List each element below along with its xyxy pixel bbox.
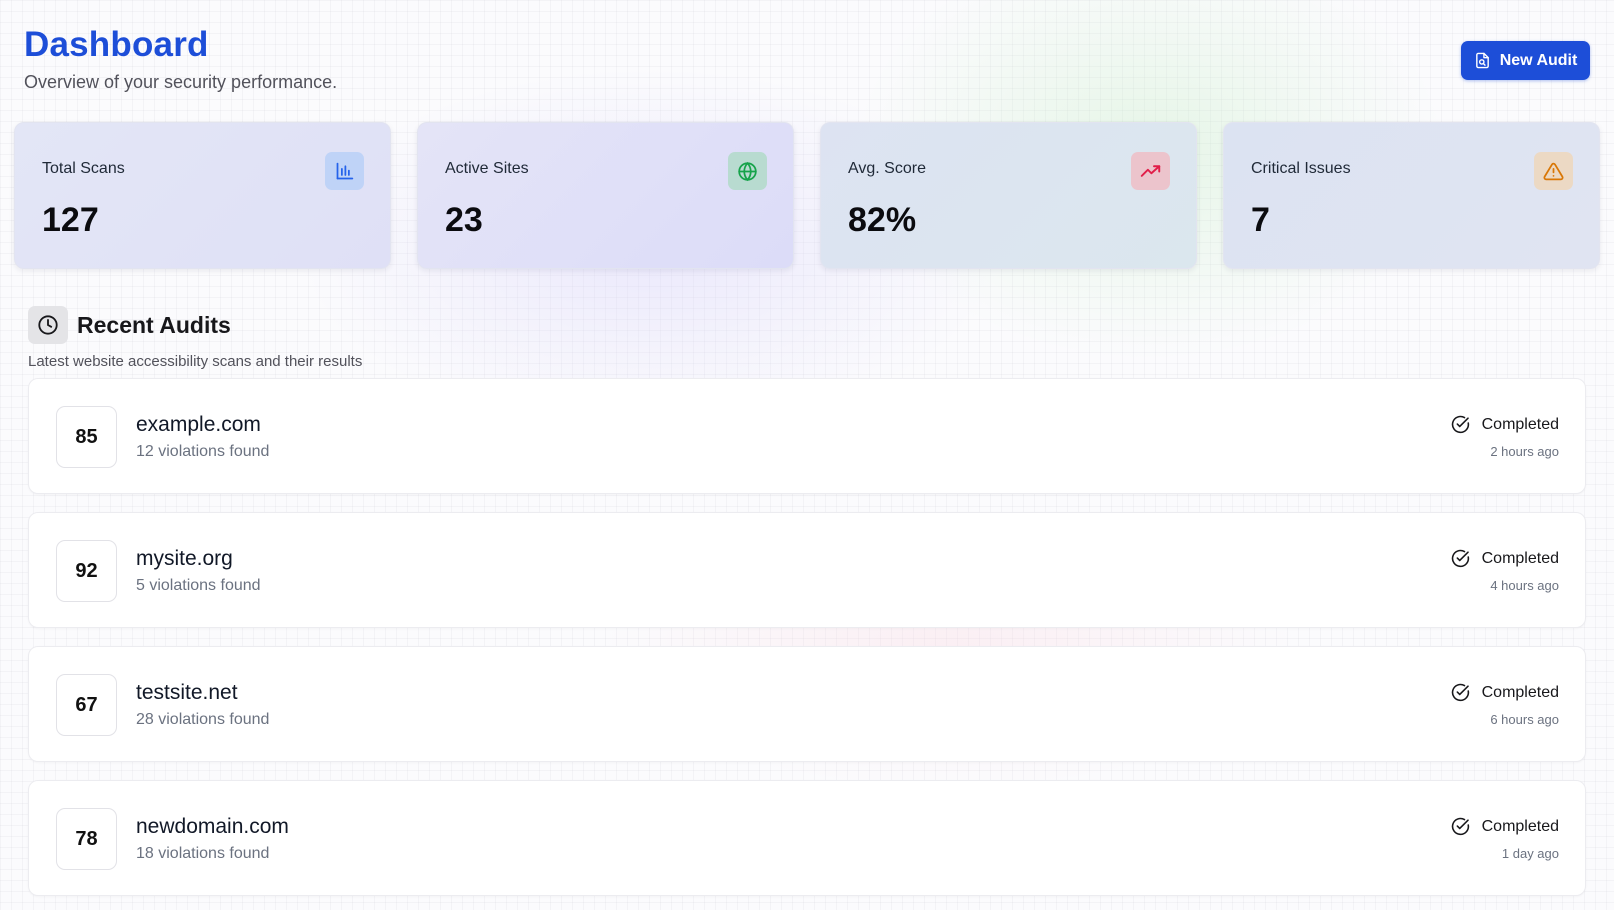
page-title: Dashboard xyxy=(24,25,209,64)
audit-status-label: Completed xyxy=(1481,683,1559,701)
stat-value: 23 xyxy=(445,201,483,239)
audit-row[interactable]: 92 mysite.org 5 violations found Complet… xyxy=(28,512,1586,628)
audit-violations: 5 violations found xyxy=(136,577,261,594)
audit-violations: 18 violations found xyxy=(136,845,270,862)
recent-audits-header: Recent Audits xyxy=(28,306,231,344)
stat-label: Active Sites xyxy=(445,160,529,177)
stat-card-total-scans: Total Scans 127 xyxy=(14,122,391,269)
audit-time: 1 day ago xyxy=(1501,846,1559,861)
audit-status: Completed xyxy=(1451,683,1559,702)
check-circle-icon xyxy=(1451,817,1469,836)
stat-label: Total Scans xyxy=(42,160,125,177)
audit-violations: 28 violations found xyxy=(136,711,270,728)
check-circle-icon xyxy=(1451,683,1469,702)
stat-label: Critical Issues xyxy=(1251,160,1351,177)
warning-triangle-icon xyxy=(1534,152,1573,190)
audit-score: 85 xyxy=(56,406,117,468)
stat-label: Avg. Score xyxy=(848,160,926,177)
stat-card-active-sites: Active Sites 23 xyxy=(417,122,794,269)
stat-card-avg-score: Avg. Score 82% xyxy=(820,122,1197,269)
audit-time: 2 hours ago xyxy=(1490,444,1559,459)
audit-row[interactable]: 85 example.com 12 violations found Compl… xyxy=(28,378,1586,494)
audit-row[interactable]: 67 testsite.net 28 violations found Comp… xyxy=(28,646,1586,762)
page-header: Dashboard Overview of your security perf… xyxy=(24,24,337,93)
audit-domain: example.com xyxy=(136,413,261,436)
audit-score: 78 xyxy=(56,808,117,870)
audit-score: 92 xyxy=(56,540,117,602)
section-description: Latest website accessibility scans and t… xyxy=(28,353,363,370)
clock-icon xyxy=(28,306,68,344)
audit-domain: newdomain.com xyxy=(136,815,289,838)
audit-status-label: Completed xyxy=(1481,817,1559,835)
stat-value: 127 xyxy=(42,201,99,239)
file-search-icon xyxy=(1475,52,1489,69)
audit-time: 4 hours ago xyxy=(1490,578,1559,593)
stat-value: 82% xyxy=(848,201,917,239)
stat-card-critical-issues: Critical Issues 7 xyxy=(1223,122,1600,269)
audit-time: 6 hours ago xyxy=(1490,712,1559,727)
stat-value: 7 xyxy=(1251,201,1270,239)
audit-row[interactable]: 78 newdomain.com 18 violations found Com… xyxy=(28,780,1586,896)
check-circle-icon xyxy=(1451,415,1469,434)
audit-status: Completed xyxy=(1451,415,1559,434)
audit-status: Completed xyxy=(1451,817,1559,836)
trending-up-icon xyxy=(1131,152,1170,190)
check-circle-icon xyxy=(1451,549,1469,568)
section-title: Recent Audits xyxy=(77,311,231,338)
new-audit-button[interactable]: New Audit xyxy=(1461,41,1590,80)
bar-chart-icon xyxy=(325,152,364,190)
globe-icon xyxy=(728,152,767,190)
new-audit-label: New Audit xyxy=(1499,51,1578,69)
audit-domain: mysite.org xyxy=(136,547,233,570)
audit-status-label: Completed xyxy=(1481,549,1559,567)
audit-domain: testsite.net xyxy=(136,681,238,704)
audit-violations: 12 violations found xyxy=(136,443,270,460)
audit-status-label: Completed xyxy=(1481,415,1559,433)
audit-score: 67 xyxy=(56,674,117,736)
page-subtitle: Overview of your security performance. xyxy=(24,72,338,92)
stats-grid: Total Scans 127 Active Sites 23 Avg. Sco… xyxy=(14,122,1600,269)
audit-status: Completed xyxy=(1451,549,1559,568)
